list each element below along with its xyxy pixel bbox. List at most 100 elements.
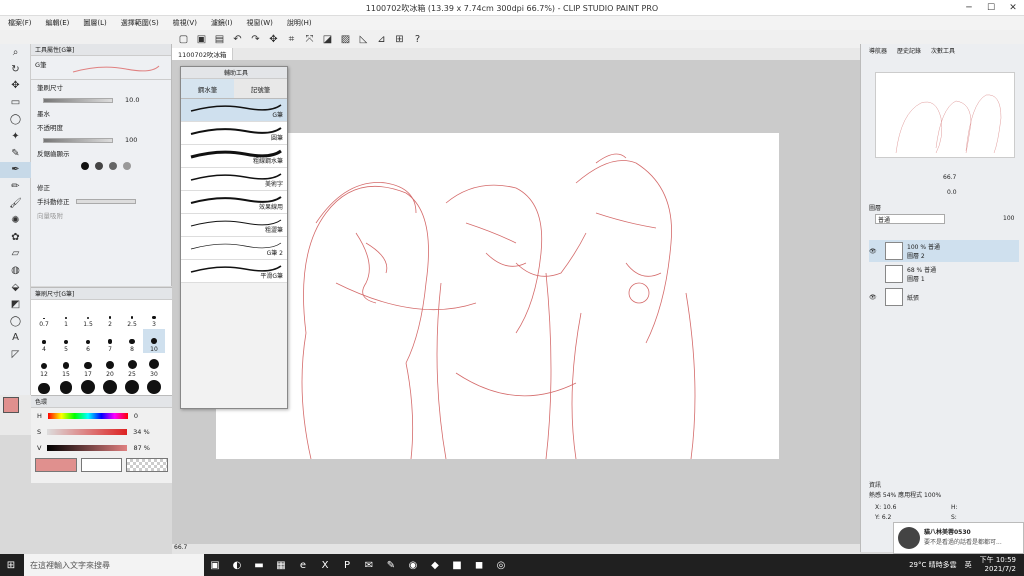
crop-icon[interactable]: ⌗ xyxy=(284,32,299,46)
navigator-thumbnail[interactable] xyxy=(875,72,1015,158)
brush-tool-icon[interactable]: 🖌 xyxy=(0,195,31,212)
brush-size-option[interactable]: 15 xyxy=(55,354,77,378)
eyedropper-icon[interactable]: ✎ xyxy=(0,145,31,162)
new-icon[interactable]: ▢ xyxy=(176,32,191,46)
hue-bar[interactable] xyxy=(47,413,128,419)
decoration-icon[interactable]: ✿ xyxy=(0,229,31,246)
tab-ink-pen[interactable]: 鋼水筆 xyxy=(181,79,234,98)
close-button[interactable]: ✕ xyxy=(1002,0,1024,16)
layer-row[interactable]: 68 % 普通 圖層 1 xyxy=(869,263,1019,285)
zoom-tool-icon[interactable]: ⌕ xyxy=(0,44,31,61)
blend-mode-select[interactable]: 普通 xyxy=(875,214,945,224)
notification-popup[interactable]: 貓八林美蓉0530 要不是看過的話看是都都可... xyxy=(893,522,1024,554)
menu-edit[interactable]: 編輯(E) xyxy=(46,18,70,28)
layer-row[interactable]: 👁 紙張 xyxy=(869,286,1019,308)
mail-icon[interactable]: ✉ xyxy=(358,554,380,576)
figure-icon[interactable]: ◯ xyxy=(0,313,31,330)
s-value[interactable]: 34 % xyxy=(133,428,150,436)
grid-icon[interactable]: ⊞ xyxy=(392,32,407,46)
menu-layer[interactable]: 圖層(L) xyxy=(83,18,106,28)
sub-tool-item[interactable]: 效果線用 xyxy=(181,191,287,214)
chrome-icon[interactable]: ◉ xyxy=(402,554,424,576)
brush-size-option[interactable]: 6 xyxy=(77,329,99,353)
store-icon[interactable]: ▦ xyxy=(270,554,292,576)
eye-icon[interactable]: 👁 xyxy=(869,248,885,255)
opacity-slider[interactable] xyxy=(43,137,113,143)
document-tab[interactable]: 1100702吹冰箱 xyxy=(172,48,234,60)
fill-icon[interactable]: ▨ xyxy=(338,32,353,46)
move-tool-icon[interactable]: ✥ xyxy=(0,78,31,95)
clip-studio-icon[interactable]: ✎ xyxy=(380,554,402,576)
main-color-swatch[interactable] xyxy=(3,397,19,413)
sub-tool-item[interactable]: 粗線鋼水筆 xyxy=(181,145,287,168)
clear-icon[interactable]: ◪ xyxy=(320,32,335,46)
brush-size-option[interactable]: 17 xyxy=(77,354,99,378)
line-icon[interactable]: ◼ xyxy=(468,554,490,576)
explorer-icon[interactable]: ▬ xyxy=(248,554,270,576)
eye-icon[interactable]: 👁 xyxy=(869,294,885,301)
foreground-color[interactable] xyxy=(35,458,77,472)
rotate-icon[interactable]: ⤧ xyxy=(302,32,317,46)
aa-mid-option[interactable] xyxy=(109,162,117,170)
sub-tool-item[interactable]: 粗澀筆 xyxy=(181,214,287,237)
ruler-icon[interactable]: ◺ xyxy=(356,32,371,46)
canvas-paper[interactable] xyxy=(216,133,779,460)
magic-wand-icon[interactable]: ✦ xyxy=(0,128,31,145)
sub-tool-item[interactable]: G筆 xyxy=(181,99,287,122)
airbrush-icon[interactable]: ✺ xyxy=(0,212,31,229)
aa-none-option[interactable] xyxy=(81,162,89,170)
eraser-icon[interactable]: ▱ xyxy=(0,246,31,263)
menu-file[interactable]: 檔案(F) xyxy=(8,18,32,28)
help-icon[interactable]: ? xyxy=(410,32,425,46)
pen-tool-icon[interactable]: ✒ xyxy=(0,161,31,179)
minimize-button[interactable]: ─ xyxy=(958,0,980,16)
tab-history[interactable]: 歷史記錄 xyxy=(897,46,921,55)
saturation-bar[interactable] xyxy=(47,429,128,435)
brush-size-option[interactable]: 1.5 xyxy=(77,304,99,328)
sub-tool-item[interactable]: 美術字 xyxy=(181,168,287,191)
save-icon[interactable]: ▤ xyxy=(212,32,227,46)
stabilize-slider[interactable] xyxy=(75,198,136,204)
nav-angle[interactable]: 0.0 xyxy=(947,189,957,196)
brush-size-option[interactable]: 5 xyxy=(55,329,77,353)
blend-icon[interactable]: ◍ xyxy=(0,262,31,279)
pencil-tool-icon[interactable]: ✏ xyxy=(0,178,31,195)
menu-window[interactable]: 視窗(W) xyxy=(246,18,272,28)
brush-size-option[interactable]: 30 xyxy=(143,354,165,378)
brush-size-option[interactable]: 12 xyxy=(33,354,55,378)
menu-select[interactable]: 選擇範圍(S) xyxy=(121,18,159,28)
tab-marker[interactable]: 記號筆 xyxy=(234,79,287,98)
fill-tool-icon[interactable]: ⬙ xyxy=(0,279,31,296)
layer-row[interactable]: 👁 100 % 普通 圖層 2 xyxy=(869,240,1019,262)
brush-size-option[interactable]: 7 xyxy=(99,329,121,353)
sub-tool-item[interactable]: 平滑G筆 xyxy=(181,260,287,283)
clock-date[interactable]: 2021/7/2 xyxy=(980,565,1016,574)
ie-icon[interactable]: e xyxy=(292,554,314,576)
clock-time[interactable]: 下午 10:59 xyxy=(980,556,1016,565)
brush-size-option[interactable]: 1 xyxy=(55,304,77,328)
sub-tool-item[interactable]: 圓筆 xyxy=(181,122,287,145)
snap-icon[interactable]: ⊿ xyxy=(374,32,389,46)
transparent-color[interactable] xyxy=(126,458,169,472)
balloon-icon[interactable]: ◸ xyxy=(0,346,31,363)
brush-size-option[interactable]: 4 xyxy=(33,329,55,353)
task-view-icon[interactable]: ▣ xyxy=(204,554,226,576)
app-icon[interactable]: ◆ xyxy=(424,554,446,576)
nav-zoom[interactable]: 66.7 xyxy=(943,174,956,181)
brush-size-option[interactable]: 8 xyxy=(121,329,143,353)
brush-size-option[interactable]: 0.7 xyxy=(33,304,55,328)
background-color[interactable] xyxy=(80,458,123,472)
value-bar[interactable] xyxy=(47,445,128,451)
brush-size-option[interactable]: 3 xyxy=(143,304,165,328)
redo-icon[interactable]: ↷ xyxy=(248,32,263,46)
taskbar-search[interactable]: 在這裡輸入文字來搜尋 xyxy=(24,554,204,576)
aa-weak-option[interactable] xyxy=(95,162,103,170)
layer-opacity[interactable]: 100 xyxy=(1003,215,1014,222)
v-value[interactable]: 87 % xyxy=(133,444,150,452)
tab-navigator[interactable]: 導航器 xyxy=(869,46,887,55)
brush-size-value[interactable]: 10.0 xyxy=(125,96,139,104)
menu-view[interactable]: 檢視(V) xyxy=(173,18,197,28)
rotate-tool-icon[interactable]: ↻ xyxy=(0,61,31,78)
transform-icon[interactable]: ✥ xyxy=(266,32,281,46)
status-zoom[interactable]: 66.7 xyxy=(174,544,187,551)
